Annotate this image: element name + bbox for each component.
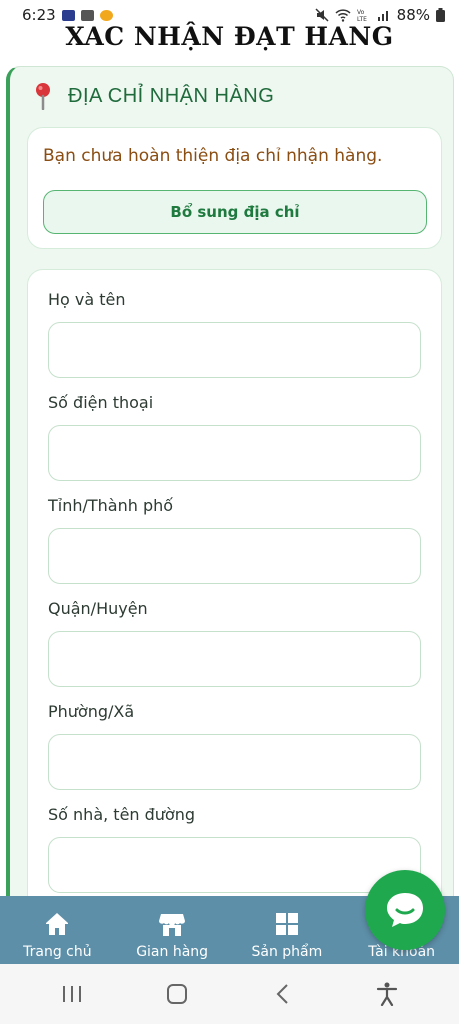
store-icon — [159, 914, 186, 936]
field-label-province: Tỉnh/Thành phố — [48, 496, 174, 515]
shopping-bag-icon — [80, 9, 94, 21]
signal-icon — [377, 11, 388, 21]
page-title: XAC NHẬN ĐẠT HANG — [65, 22, 394, 51]
section-title: ĐỊA CHỈ NHẬN HÀNG — [68, 84, 275, 107]
add-address-button[interactable]: Bổ sung địa chỉ — [43, 190, 427, 234]
address-notice-card: Bạn chưa hoàn thiện địa chỉ nhận hàng. B… — [27, 127, 442, 249]
accessibility-icon — [376, 982, 397, 1006]
nav-label-store: Gian hàng — [136, 944, 209, 960]
battery-icon — [436, 8, 445, 22]
province-input[interactable] — [48, 528, 421, 584]
address-section: ĐỊA CHỈ NHẬN HÀNG Bạn chưa hoàn thiện đị… — [6, 66, 454, 949]
phone-input[interactable] — [48, 425, 421, 481]
grid-icon — [275, 913, 298, 935]
recent-apps-button[interactable] — [52, 974, 92, 1014]
chat-button[interactable] — [365, 870, 445, 950]
svg-text:Vo: Vo — [357, 9, 365, 16]
mute-icon — [315, 8, 329, 22]
shield-icon — [99, 9, 113, 21]
field-label-fullname: Họ và tên — [48, 290, 126, 309]
fullname-input[interactable] — [48, 322, 421, 378]
wifi-icon — [335, 9, 351, 22]
nav-label-home: Trang chủ — [23, 944, 92, 960]
nav-item-home[interactable]: Trang chủ — [0, 896, 115, 964]
nav-item-products[interactable]: Sản phẩm — [230, 896, 345, 964]
lte-icon: VoLTE — [357, 9, 367, 22]
street-input[interactable] — [48, 837, 421, 893]
back-chevron-icon — [276, 984, 288, 1004]
field-label-district: Quận/Huyện — [48, 599, 148, 618]
nav-item-store[interactable]: Gian hàng — [115, 896, 230, 964]
ward-input[interactable] — [48, 734, 421, 790]
home-icon — [46, 913, 69, 935]
notification-app-icon — [61, 9, 75, 21]
nav-label-products: Sản phẩm — [251, 944, 323, 960]
field-label-ward: Phường/Xã — [48, 702, 135, 721]
location-pin-icon — [36, 83, 50, 110]
field-label-street: Số nhà, tên đường — [48, 805, 196, 824]
back-button[interactable] — [262, 974, 302, 1014]
chat-bubble-icon — [387, 893, 423, 927]
home-square-icon — [167, 984, 188, 1004]
address-notice-text: Bạn chưa hoàn thiện địa chỉ nhận hàng. — [43, 146, 383, 166]
district-input[interactable] — [48, 631, 421, 687]
address-form: Họ và tên Số điện thoại Tỉnh/Thành phố Q… — [27, 269, 442, 949]
section-header: ĐỊA CHỈ NHẬN HÀNG — [32, 82, 274, 110]
recent-apps-icon — [63, 986, 82, 1002]
home-button[interactable] — [157, 974, 197, 1014]
accessibility-button[interactable] — [367, 974, 407, 1014]
field-label-phone: Số điện thoại — [48, 393, 154, 412]
system-nav-bar — [0, 964, 459, 1024]
